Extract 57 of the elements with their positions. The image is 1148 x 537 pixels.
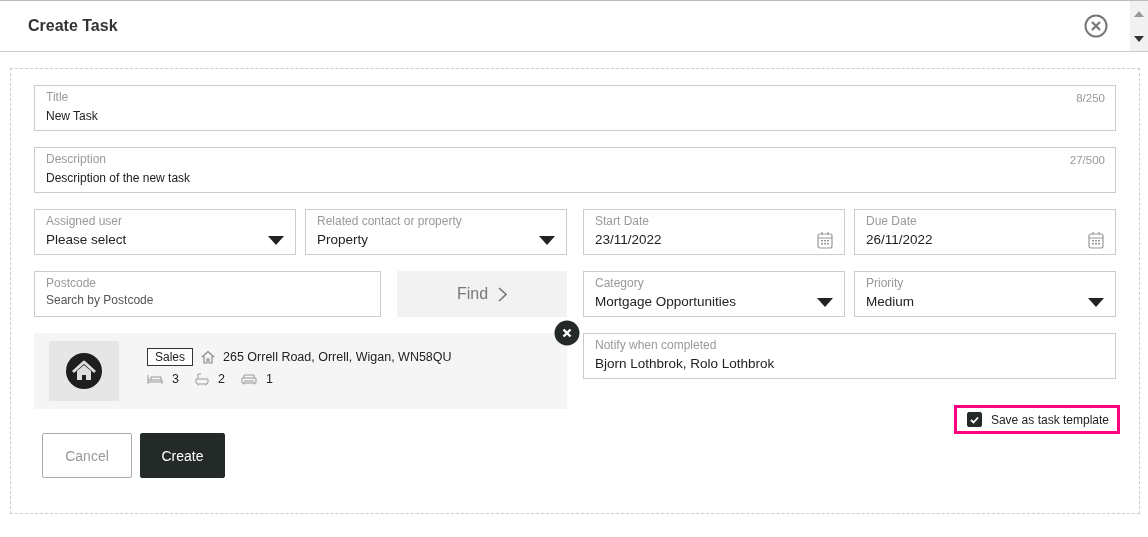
field-value: Medium (866, 293, 914, 311)
dropdown-caret-icon (1088, 297, 1104, 307)
bathroom-count: 2 (217, 372, 225, 386)
chevron-right-icon (498, 286, 508, 302)
field-value: 23/11/2022 (595, 231, 662, 249)
dropdown-caret-icon (539, 235, 555, 245)
field-label: Start Date (595, 214, 650, 229)
dialog-title: Create Task (28, 17, 118, 35)
field-value: Property (317, 231, 369, 249)
notify-field[interactable]: Notify when completed Bjorn Lothbrok, Rolo Lothbrok (583, 333, 1116, 379)
remove-icon[interactable] (554, 320, 580, 346)
checkbox[interactable] (966, 412, 982, 427)
bed-icon (147, 373, 163, 385)
description-field[interactable]: Description Description of the new task 27/500 (34, 147, 1116, 193)
calendar-icon (1088, 231, 1104, 249)
related-contact-dropdown[interactable]: Related contact or property Property (305, 209, 567, 255)
calendar-icon (817, 231, 833, 249)
start-date-field[interactable]: Start Date 23/11/2022 (583, 209, 845, 255)
scrollbar[interactable] (1130, 1, 1148, 51)
house-icon (65, 352, 103, 390)
field-label: Title (46, 90, 69, 105)
checkmark-icon (969, 415, 979, 424)
character-counter: 27/500 (1069, 154, 1105, 166)
field-label: Related contact or property (317, 214, 462, 229)
field-label: Description (46, 152, 107, 167)
save-template-checkbox[interactable]: Save as task template (966, 412, 1109, 427)
field-label: Assigned user (46, 214, 123, 229)
assigned-user-dropdown[interactable]: Assigned user Please select (34, 209, 296, 255)
close-icon[interactable] (1084, 14, 1108, 38)
character-counter: 8/250 (1076, 92, 1105, 104)
field-label: Due Date (866, 214, 917, 229)
field-label: Category (595, 276, 644, 291)
create-button[interactable]: Create (140, 433, 225, 478)
due-date-field[interactable]: Due Date 26/11/2022 (854, 209, 1116, 255)
field-value: Please select (46, 231, 127, 249)
sofa-icon (240, 373, 257, 385)
bedroom-count: 3 (172, 372, 179, 386)
property-tag: Sales (147, 348, 194, 366)
category-dropdown[interactable]: Category Mortgage Opportunities (583, 271, 845, 317)
bath-icon (194, 372, 209, 386)
dropdown-caret-icon (268, 235, 284, 245)
scroll-down-icon[interactable] (1134, 35, 1144, 43)
house-outline-icon (201, 350, 216, 364)
field-label: Priority (866, 276, 904, 291)
field-value: Mortgage Opportunities (595, 293, 737, 311)
dropdown-caret-icon (817, 297, 833, 307)
field-label: Postcode (46, 276, 97, 291)
title-field[interactable]: Title New Task 8/250 (34, 85, 1116, 131)
field-value: New Task (46, 108, 98, 125)
parking-count: 1 (265, 372, 273, 386)
field-value: 26/11/2022 (866, 231, 933, 249)
field-label: Notify when completed (595, 338, 717, 353)
property-address: 265 Orrell Road, Orrell, Wigan, WN58QU (223, 350, 452, 364)
priority-dropdown[interactable]: Priority Medium (854, 271, 1116, 317)
postcode-input[interactable]: Search by Postcode (46, 293, 246, 307)
field-value: Bjorn Lothbrok, Rolo Lothbrok (595, 355, 775, 373)
field-value: Description of the new task (46, 170, 191, 187)
